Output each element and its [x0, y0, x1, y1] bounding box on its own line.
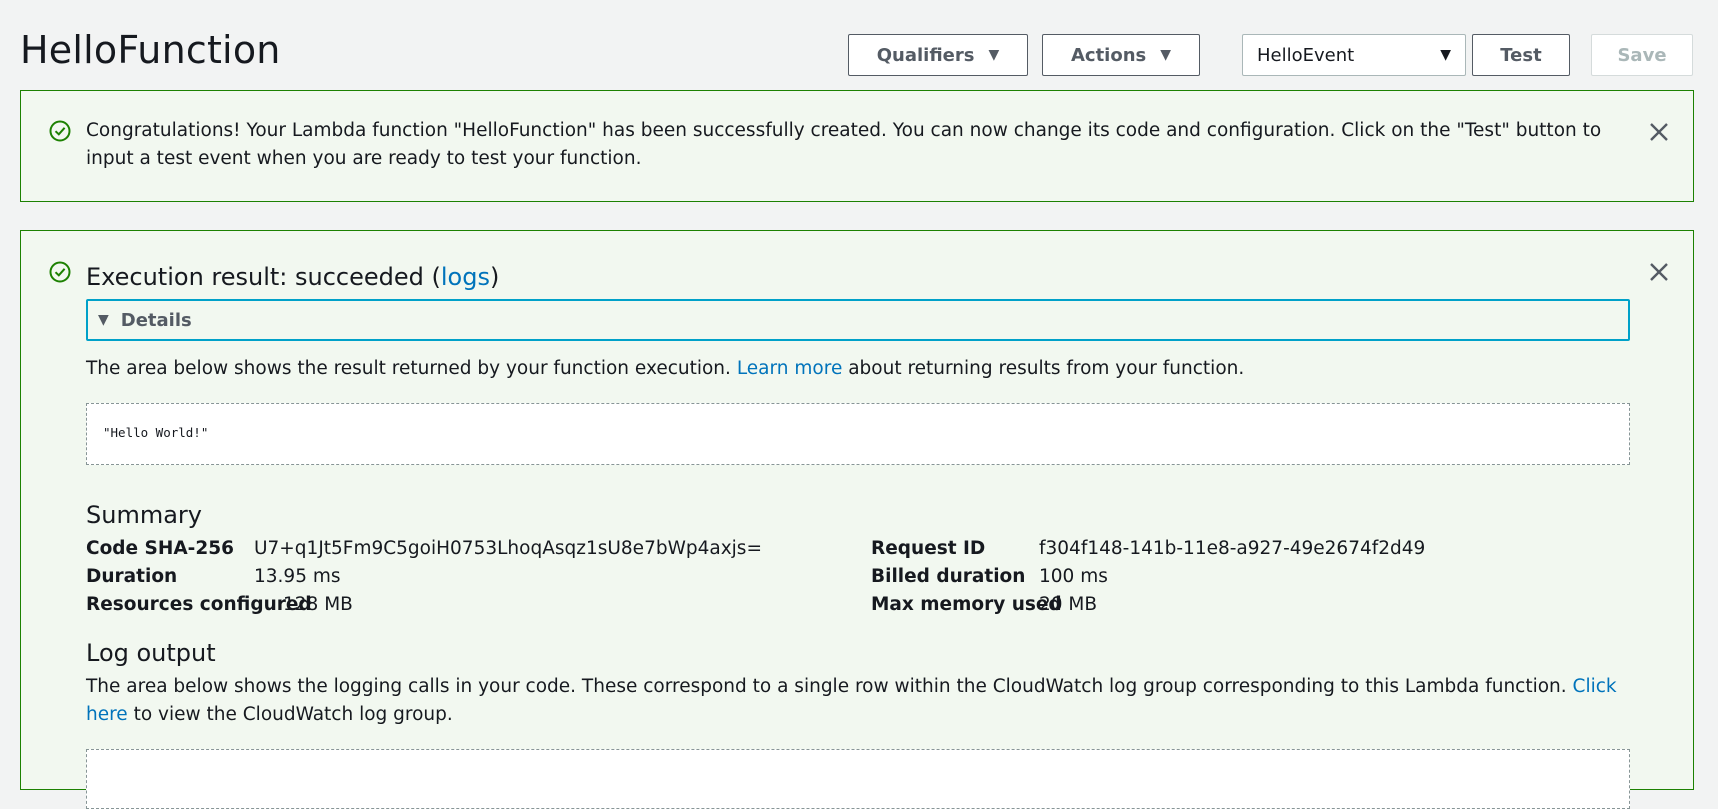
test-event-value: HelloEvent [1257, 44, 1355, 66]
summary-label: Request ID [871, 538, 986, 559]
log-output-box [86, 749, 1630, 809]
actions-label: Actions [1070, 44, 1147, 66]
log-description: The area below shows the logging calls i… [86, 673, 1646, 729]
result-description: The area below shows the result returned… [86, 355, 1244, 383]
test-event-select[interactable]: HelloEvent ▼ [1242, 34, 1466, 76]
execution-title-prefix: Execution result: succeeded ( [86, 263, 441, 291]
summary-value: 128 MB [283, 594, 353, 615]
summary-row: Duration 13.95 ms [86, 563, 341, 591]
success-flash-panel: Congratulations! Your Lambda function "H… [20, 90, 1694, 202]
summary-label: Code SHA-256 [86, 538, 234, 559]
summary-row: Billed duration 100 ms [871, 563, 1108, 591]
check-circle-icon [49, 120, 71, 142]
summary-value: 13.95 ms [254, 566, 341, 587]
actions-button[interactable]: Actions ▼ [1042, 34, 1200, 76]
result-desc-suffix: about returning results from your functi… [842, 358, 1245, 379]
summary-row: Code SHA-256 U7+q1Jt5Fm9C5goiH0753LhoqAsq… [86, 535, 762, 563]
close-icon[interactable] [1648, 121, 1670, 143]
caret-down-icon: ▼ [1160, 47, 1172, 63]
summary-row: Resources configured128 MB [86, 591, 353, 619]
execution-result-panel: Execution result: succeeded (logs) ▼ Det… [20, 230, 1694, 809]
details-toggle[interactable]: ▼ Details [86, 299, 1630, 341]
test-button[interactable]: Test [1472, 34, 1570, 76]
qualifiers-label: Qualifiers [876, 44, 975, 66]
logs-link[interactable]: logs [441, 263, 490, 291]
summary-row: Request ID f304f148-141b-11e8-a927-49e267… [871, 535, 1425, 563]
summary-label: Billed duration [871, 566, 1026, 587]
summary-label: Resources configured [86, 594, 312, 615]
learn-more-link[interactable]: Learn more [737, 358, 843, 379]
caret-down-icon: ▼ [1440, 47, 1451, 63]
summary-label: Duration [86, 566, 178, 587]
summary-heading: Summary [86, 501, 202, 529]
summary-value: 20 MB [1039, 594, 1098, 615]
caret-down-icon: ▼ [988, 47, 1000, 63]
execution-title-suffix: ) [489, 263, 500, 291]
test-label: Test [1500, 44, 1542, 66]
save-label: Save [1617, 44, 1667, 66]
qualifiers-button[interactable]: Qualifiers ▼ [848, 34, 1028, 76]
success-message: Congratulations! Your Lambda function "H… [86, 120, 1602, 169]
save-button[interactable]: Save [1591, 34, 1693, 76]
close-icon[interactable] [1648, 261, 1670, 283]
summary-value: f304f148-141b-11e8-a927-49e2674f2d49 [1039, 538, 1426, 559]
result-value: "Hello World!" [103, 425, 209, 440]
summary-value: 100 ms [1039, 566, 1108, 587]
summary-row: Max memory used20 MB [871, 591, 1097, 619]
triangle-down-icon: ▼ [98, 312, 109, 328]
details-label: Details [120, 309, 192, 331]
log-desc-suffix: to view the CloudWatch log group. [127, 704, 453, 725]
check-circle-icon [49, 261, 71, 283]
log-output-heading: Log output [86, 639, 216, 667]
log-desc-prefix: The area below shows the logging calls i… [86, 676, 1573, 697]
execution-result-title: Execution result: succeeded (logs) [86, 263, 499, 291]
result-desc-prefix: The area below shows the result returned… [86, 358, 737, 379]
breadcrumb-remnant: ​ [20, 0, 280, 2]
page-title: HelloFunction [20, 28, 281, 72]
summary-label: Max memory used [871, 594, 1062, 615]
result-output-box: "Hello World!" [86, 403, 1630, 465]
summary-value: U7+q1Jt5Fm9C5goiH0753LhoqAsqz1sU8e7bWp4a… [254, 538, 762, 559]
